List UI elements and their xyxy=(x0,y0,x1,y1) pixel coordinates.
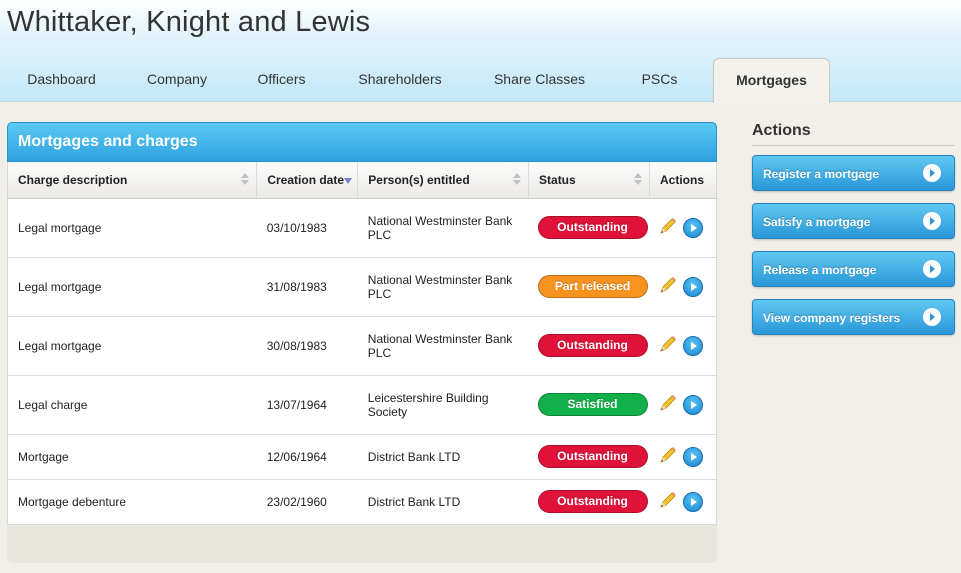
sort-icon xyxy=(634,173,642,187)
arrow-circle-icon[interactable] xyxy=(682,394,703,415)
charge-description: Legal charge xyxy=(7,375,257,435)
creation-date: 03/10/1983 xyxy=(256,198,358,258)
arrow-circle-icon[interactable] xyxy=(682,335,703,356)
table-row[interactable]: Mortgage 12/06/1964 District Bank LTD Outst… xyxy=(7,434,717,480)
column-header-label: Status xyxy=(539,172,576,187)
creation-date: 12/06/1964 xyxy=(256,434,358,480)
creation-date: 23/02/1960 xyxy=(256,479,358,525)
persons-entitled: Leicestershire Building Society xyxy=(357,375,529,435)
persons-entitled: District Bank LTD xyxy=(357,479,529,525)
creation-date: 30/08/1983 xyxy=(256,316,358,376)
column-header-date[interactable]: Creation date xyxy=(256,162,359,199)
satisfy-mortgage-button[interactable]: Satisfy a mortgage xyxy=(752,203,955,239)
mortgages-panel: Mortgages and charges Charge description… xyxy=(7,122,717,563)
tab-pscs[interactable]: PSCs xyxy=(611,58,708,102)
table-header-row: Charge description Creation date Person(… xyxy=(7,162,717,199)
table-row[interactable]: Legal charge 13/07/1964 Leicestershire Bui… xyxy=(7,375,717,435)
status-cell: Outstanding xyxy=(528,198,650,258)
actions-cell xyxy=(649,316,717,376)
button-label: Release a mortgage xyxy=(763,263,877,277)
column-header-label: Creation date xyxy=(267,172,345,187)
tab-officers[interactable]: Officers xyxy=(231,58,332,102)
column-header-persons[interactable]: Person(s) entitled xyxy=(357,162,530,199)
sort-descending-icon xyxy=(344,178,353,184)
arrow-circle-icon[interactable] xyxy=(682,491,703,512)
release-mortgage-button[interactable]: Release a mortgage xyxy=(752,251,955,287)
table-row[interactable]: Legal mortgage 03/10/1983 National Westmin… xyxy=(7,198,717,258)
column-header-actions: Actions xyxy=(649,162,717,199)
actions-cell xyxy=(649,479,717,525)
tab-share-classes[interactable]: Share Classes xyxy=(468,58,611,102)
arrow-circle-icon[interactable] xyxy=(682,276,703,297)
column-header-label: Charge description xyxy=(18,172,128,187)
column-header-label: Actions xyxy=(660,172,705,187)
main-tabs: Dashboard Company Officers Shareholders … xyxy=(0,58,961,103)
actions-cell xyxy=(649,257,717,317)
status-cell: Outstanding xyxy=(528,316,650,376)
charge-description: Legal mortgage xyxy=(7,316,257,376)
button-label: Satisfy a mortgage xyxy=(763,215,871,229)
table-row[interactable]: Mortgage debenture 23/02/1960 District Ban… xyxy=(7,479,717,525)
tab-dashboard[interactable]: Dashboard xyxy=(0,58,123,102)
charge-description: Legal mortgage xyxy=(7,198,257,258)
tab-company[interactable]: Company xyxy=(123,58,231,102)
view-company-registers-button[interactable]: View company registers xyxy=(752,299,955,335)
table-row[interactable]: Legal mortgage 30/08/1983 National Westmin… xyxy=(7,316,717,376)
status-badge: Outstanding xyxy=(537,334,648,357)
actions-cell xyxy=(649,198,717,258)
pencil-icon[interactable] xyxy=(658,334,678,357)
creation-date: 13/07/1964 xyxy=(256,375,358,435)
pencil-icon[interactable] xyxy=(658,445,678,468)
sidebar-heading: Actions xyxy=(752,122,811,139)
table-row[interactable]: Legal mortgage 31/08/1983 National Westmin… xyxy=(7,257,717,317)
persons-entitled: National Westminster Bank PLC xyxy=(357,316,529,376)
status-badge: Outstanding xyxy=(537,445,648,468)
status-cell: Satisfied xyxy=(528,375,650,435)
pencil-icon[interactable] xyxy=(658,490,678,513)
pencil-icon[interactable] xyxy=(658,216,678,239)
status-cell: Outstanding xyxy=(528,479,650,525)
arrow-circle-icon xyxy=(923,308,941,326)
column-header-label: Person(s) entitled xyxy=(368,172,470,187)
app-header: Whittaker, Knight and Lewis Dashboard Co… xyxy=(0,0,961,103)
register-mortgage-button[interactable]: Register a mortgage xyxy=(752,155,955,191)
creation-date: 31/08/1983 xyxy=(256,257,358,317)
pencil-icon[interactable] xyxy=(658,275,678,298)
charge-description: Mortgage xyxy=(7,434,257,480)
arrow-circle-icon xyxy=(923,260,941,278)
button-label: View company registers xyxy=(763,311,901,325)
panel-title: Mortgages and charges xyxy=(18,133,198,150)
status-badge: Part released xyxy=(537,275,648,298)
sort-icon xyxy=(241,173,250,187)
status-badge: Satisfied xyxy=(537,393,648,416)
status-cell: Part released xyxy=(528,257,650,317)
persons-entitled: National Westminster Bank PLC xyxy=(357,257,529,317)
sidebar-divider xyxy=(752,145,955,146)
charge-description: Mortgage debenture xyxy=(7,479,257,525)
persons-entitled: National Westminster Bank PLC xyxy=(357,198,529,258)
actions-cell xyxy=(649,434,717,480)
panel-header: Mortgages and charges xyxy=(7,122,717,162)
arrow-circle-icon[interactable] xyxy=(682,217,703,238)
button-label: Register a mortgage xyxy=(763,167,880,181)
tab-mortgages[interactable]: Mortgages xyxy=(713,58,830,103)
charge-description: Legal mortgage xyxy=(7,257,257,317)
pencil-icon[interactable] xyxy=(658,393,678,416)
column-header-status[interactable]: Status xyxy=(528,162,650,199)
status-cell: Outstanding xyxy=(528,434,650,480)
persons-entitled: District Bank LTD xyxy=(357,434,529,480)
mortgages-table: Charge description Creation date Person(… xyxy=(7,162,717,525)
company-name: Whittaker, Knight and Lewis xyxy=(7,6,371,38)
arrow-circle-icon xyxy=(923,212,941,230)
arrow-circle-icon xyxy=(923,164,941,182)
actions-cell xyxy=(649,375,717,435)
status-badge: Outstanding xyxy=(537,216,648,239)
sort-icon xyxy=(513,173,522,187)
column-header-description[interactable]: Charge description xyxy=(7,162,258,199)
arrow-circle-icon[interactable] xyxy=(682,446,703,467)
tab-shareholders[interactable]: Shareholders xyxy=(332,58,468,102)
status-badge: Outstanding xyxy=(537,490,648,513)
